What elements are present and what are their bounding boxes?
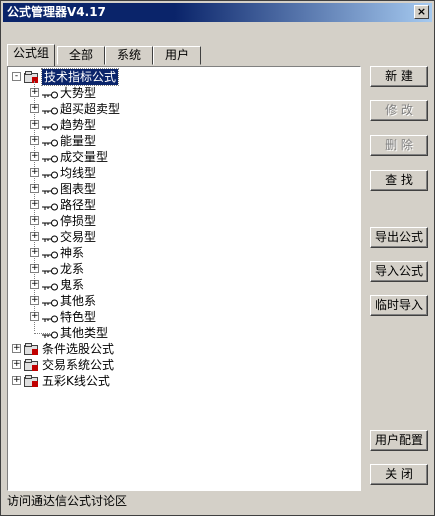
window-close-button[interactable]: × [414,5,429,19]
tree-node-root[interactable]: + 交易系统公式 [8,357,358,373]
user-config-button[interactable]: 用户配置 [370,430,428,451]
formula-key-icon [42,280,58,291]
formula-key-icon [42,328,58,339]
formula-key-icon [42,152,58,163]
expand-toggle-icon[interactable]: + [12,360,21,369]
formula-folder-icon [24,71,39,84]
tree-node-label: 交易型 [60,230,97,244]
formula-key-icon [42,104,58,115]
tree-node-category[interactable]: + 路径型 [8,197,358,213]
tree-node-label: 交易系统公式 [42,358,115,372]
close-button[interactable]: 关 闭 [370,464,428,485]
expand-toggle-icon[interactable]: + [30,136,39,145]
tab-user[interactable]: 用户 [153,46,201,65]
tree-node-label: 鬼系 [60,278,85,292]
import-formula-button[interactable]: 导入公式 [370,261,428,282]
tree-node-category[interactable]: + 能量型 [8,133,358,149]
title-bar[interactable]: 公式管理器V4.17 × [3,3,432,22]
tree-node-category[interactable]: + 停损型 [8,213,358,229]
delete-button[interactable]: 删 除 [370,135,428,156]
expand-toggle-icon[interactable]: + [30,152,39,161]
tree-node-category[interactable]: + 其他系 [8,293,358,309]
tab-all[interactable]: 全部 [57,46,105,65]
tree-node-label: 其他系 [60,294,97,308]
expand-toggle-icon[interactable]: + [30,120,39,129]
tree-node-category[interactable]: + 交易型 [8,229,358,245]
tree-node-label: 超买超卖型 [60,102,121,116]
collapse-toggle-icon[interactable]: - [12,72,21,81]
tree-node-category[interactable]: + 图表型 [8,181,358,197]
formula-key-icon [42,136,58,147]
tree-node-label: 能量型 [60,134,97,148]
formula-key-icon [42,296,58,307]
tree-node-category[interactable]: 其他类型 [8,325,358,341]
tree-node-label: 特色型 [60,310,97,324]
export-formula-button[interactable]: 导出公式 [370,227,428,248]
tree-node-root[interactable]: + 五彩K线公式 [8,373,358,389]
tab-system[interactable]: 系统 [105,46,153,65]
expand-toggle-icon[interactable]: + [30,88,39,97]
formula-key-icon [42,168,58,179]
tree-node-technical-indicators[interactable]: - 技术指标公式 [8,68,358,86]
expand-toggle-icon[interactable]: + [12,344,21,353]
formula-folder-icon [24,359,39,372]
new-button[interactable]: 新 建 [370,66,428,87]
tree-node-root[interactable]: + 条件选股公式 [8,341,358,357]
expand-toggle-icon[interactable]: + [30,312,39,321]
find-button[interactable]: 查 找 [370,170,428,191]
tree-node-category[interactable]: + 特色型 [8,309,358,325]
temp-import-button[interactable]: 临时导入 [370,295,428,316]
formula-key-icon [42,88,58,99]
status-link[interactable]: 访问通达信公式讨论区 [7,491,127,511]
tree-node-label: 趋势型 [60,118,97,132]
window-title: 公式管理器V4.17 [7,5,106,19]
expand-toggle-icon[interactable]: + [30,104,39,113]
tree-node-label: 龙系 [60,262,85,276]
expand-toggle-icon[interactable]: + [30,232,39,241]
formula-key-icon [42,264,58,275]
expand-toggle-icon[interactable]: + [30,184,39,193]
tree-node-label: 图表型 [60,182,97,196]
formula-key-icon [42,216,58,227]
tree-node-label: 神系 [60,246,85,260]
tree-node-category[interactable]: + 趋势型 [8,117,358,133]
tree-node-label: 均线型 [60,166,97,180]
formula-tree[interactable]: - 技术指标公式 + 大势型 + 超买超卖型 + 趋势型 + 能量型 + 成交量型 + 均线型 + 图表型 + 路… [7,66,361,491]
tree-node-category[interactable]: + 大势型 [8,85,358,101]
formula-folder-icon [24,375,39,388]
tree-node-label: 其他类型 [60,326,109,340]
tree-node-category[interactable]: + 龙系 [8,261,358,277]
formula-key-icon [42,248,58,259]
expand-toggle-icon[interactable]: + [30,200,39,209]
tree-node-category[interactable]: + 鬼系 [8,277,358,293]
tree-node-label: 成交量型 [60,150,109,164]
expand-toggle-icon[interactable]: + [12,376,21,385]
expand-toggle-icon[interactable]: + [30,296,39,305]
formula-manager-window: 公式管理器V4.17 × 公式组 全部 系统 用户 - 技术指标公式 + 大势型 + 超买… [0,0,435,516]
formula-key-icon [42,200,58,211]
formula-key-icon [42,120,58,131]
tab-formula-group[interactable]: 公式组 [7,44,55,66]
tree-node-label: 技术指标公式 [40,68,120,86]
formula-key-icon [42,312,58,323]
tree-node-category[interactable]: + 成交量型 [8,149,358,165]
expand-toggle-icon[interactable]: + [30,280,39,289]
expand-toggle-icon[interactable]: + [30,216,39,225]
tree-node-category[interactable]: + 神系 [8,245,358,261]
formula-key-icon [42,232,58,243]
tree-node-label: 五彩K线公式 [42,374,110,388]
expand-toggle-icon[interactable]: + [30,248,39,257]
expand-toggle-icon[interactable]: + [30,168,39,177]
formula-key-icon [42,184,58,195]
tree-node-label: 路径型 [60,198,97,212]
tree-node-label: 条件选股公式 [42,342,115,356]
modify-button[interactable]: 修 改 [370,100,428,121]
tree-node-category[interactable]: + 均线型 [8,165,358,181]
tree-node-label: 大势型 [60,86,97,100]
expand-toggle-icon[interactable]: + [30,264,39,273]
formula-folder-icon [24,343,39,356]
tree-node-category[interactable]: + 超买超卖型 [8,101,358,117]
tree-node-label: 停损型 [60,214,97,228]
